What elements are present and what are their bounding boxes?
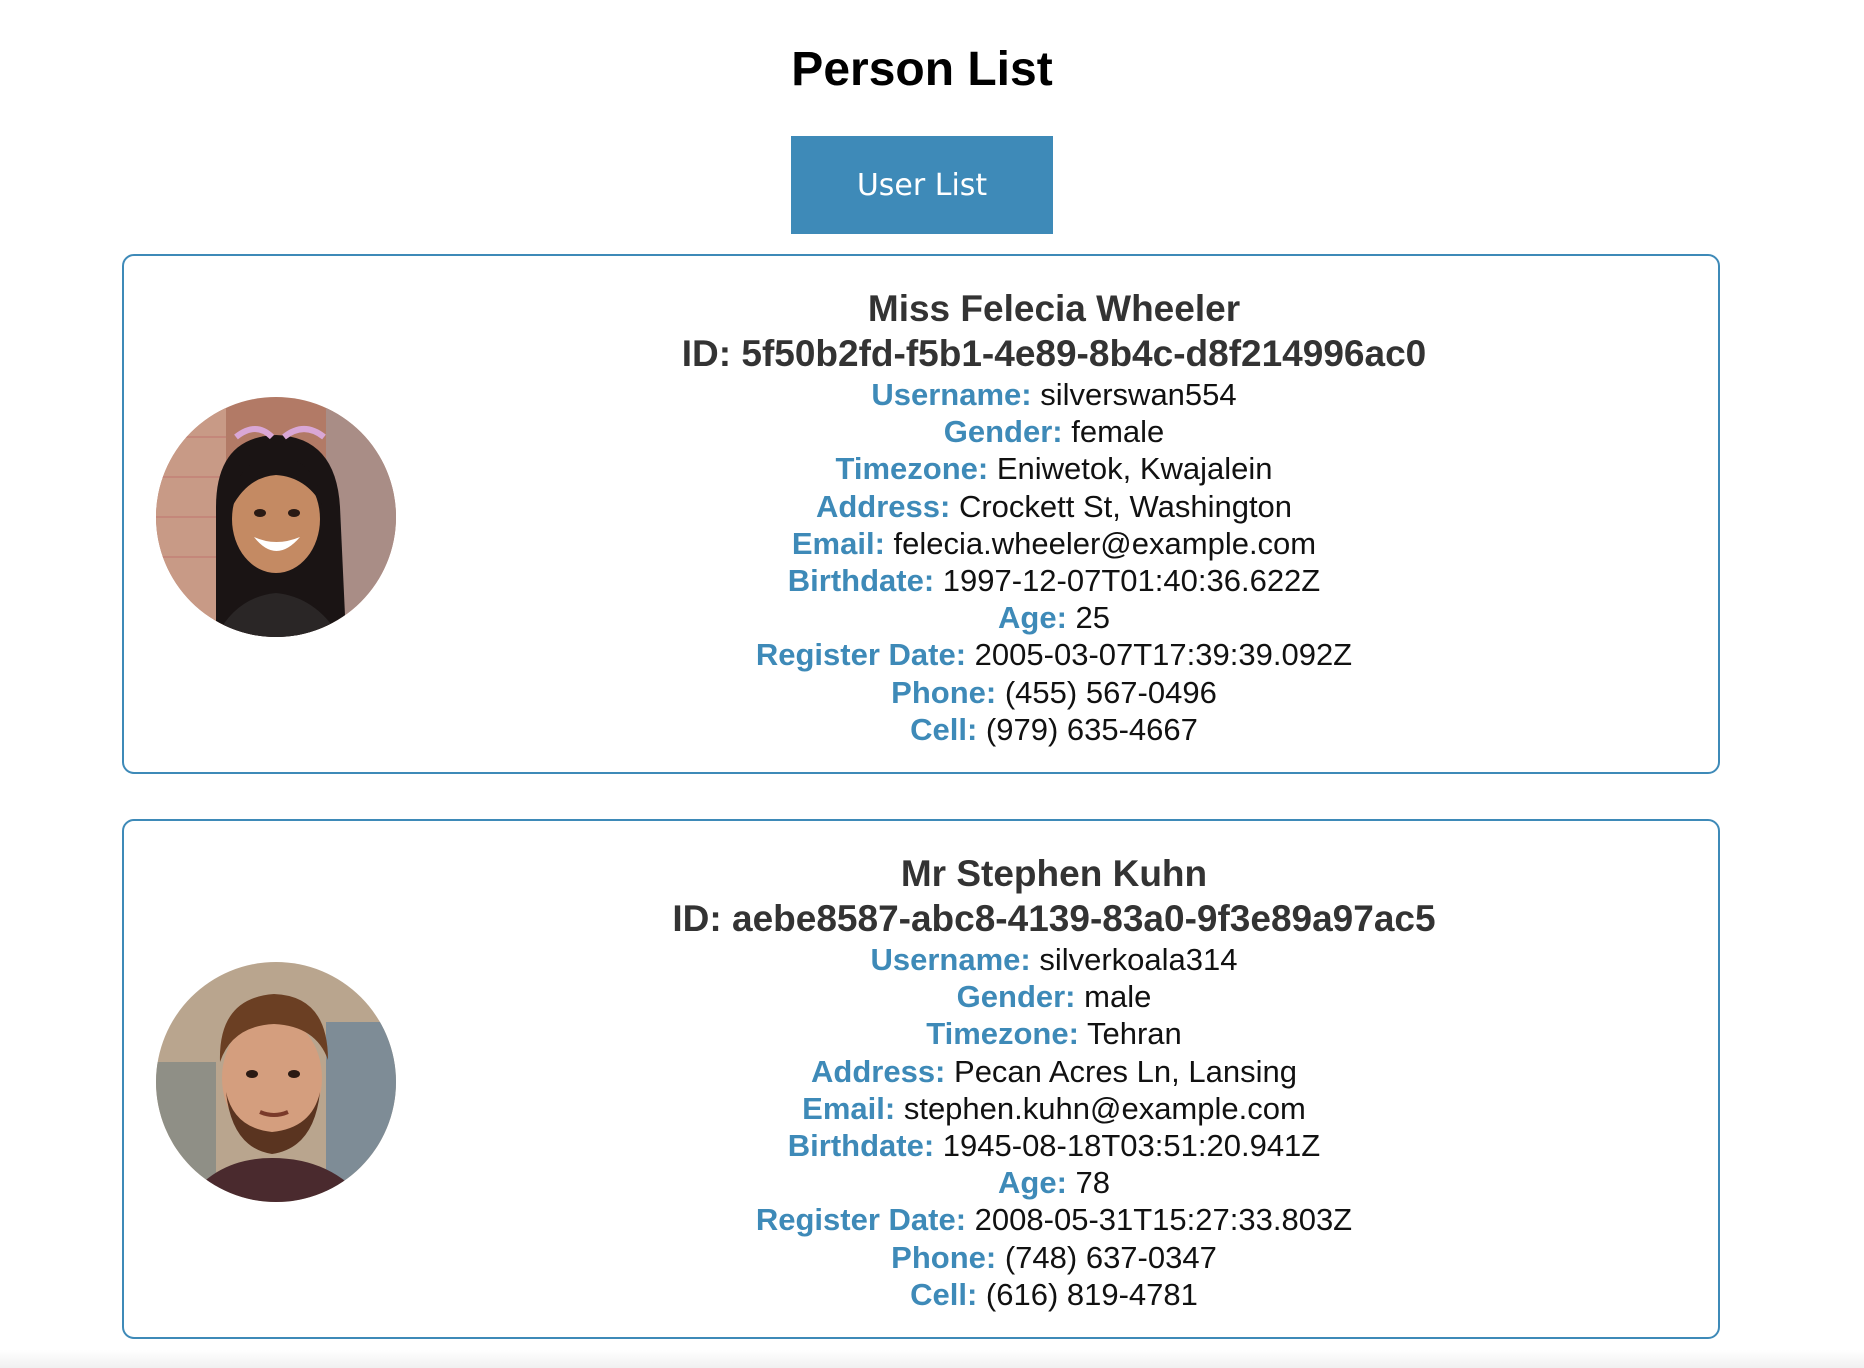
field-label: Timezone: — [926, 1016, 1079, 1052]
field-label: Phone: — [891, 674, 997, 710]
field-value: (979) 635-4667 — [985, 711, 1198, 747]
field-label: Email: — [802, 1090, 896, 1126]
field-label: Phone: — [891, 1239, 997, 1275]
field-label: Birthdate: — [787, 1128, 935, 1164]
user-list-button[interactable]: User List — [791, 136, 1053, 234]
field-value: (616) 819-4781 — [985, 1276, 1198, 1312]
field-birthdate: Birthdate: 1997-12-07T01:40:36.622Z — [524, 562, 1584, 599]
field-label: Username: — [871, 377, 1032, 412]
person-name: Miss Felecia Wheeler — [867, 288, 1241, 329]
field-value: felecia.wheeler@example.com — [893, 525, 1317, 561]
field-value: 1997-12-07T01:40:36.622Z — [942, 563, 1321, 599]
avatar-photo-woman-icon — [156, 397, 396, 637]
field-gender: Gender: male — [524, 978, 1584, 1015]
field-label: Gender: — [943, 414, 1063, 450]
field-gender: Gender: female — [524, 413, 1584, 450]
person-id: ID: 5f50b2fd-f5b1-4e89-8b4c-d8f214996ac0 — [681, 333, 1427, 374]
field-timezone: Timezone: Tehran — [524, 1015, 1584, 1052]
person-id: ID: aebe8587-abc8-4139-83a0-9f3e89a97ac5 — [672, 898, 1436, 939]
field-value: female — [1071, 414, 1165, 450]
page-title: Person List — [791, 43, 1053, 96]
field-label: Username: — [870, 942, 1031, 977]
avatar-photo-man-icon — [156, 962, 396, 1202]
person-card: Mr Stephen Kuhn ID: aebe8587-abc8-4139-8… — [122, 819, 1720, 1339]
field-label: Cell: — [910, 711, 978, 747]
field-value: 25 — [1075, 600, 1110, 636]
field-label: Gender: — [956, 979, 1076, 1015]
bottom-edge-shade — [0, 1350, 1864, 1368]
field-email: Email: felecia.wheeler@example.com — [524, 525, 1584, 562]
field-label: Register Date: — [755, 637, 967, 673]
page: Person List User List Miss Felecia Wheel… — [0, 0, 1864, 1368]
field-value: (748) 637-0347 — [1004, 1239, 1217, 1275]
person-info: Mr Stephen Kuhn ID: aebe8587-abc8-4139-8… — [524, 851, 1584, 1313]
field-value: 78 — [1075, 1165, 1110, 1201]
person-card: Miss Felecia Wheeler ID: 5f50b2fd-f5b1-4… — [122, 254, 1720, 774]
field-label: Age: — [998, 1165, 1067, 1201]
field-label: Address: — [815, 488, 951, 524]
field-phone: Phone: (748) 637-0347 — [524, 1239, 1584, 1276]
field-value: silverkoala314 — [1039, 942, 1238, 977]
field-value: Eniwetok, Kwajalein — [996, 451, 1273, 487]
field-address: Address: Pecan Acres Ln, Lansing — [524, 1053, 1584, 1090]
field-phone: Phone: (455) 567-0496 — [524, 674, 1584, 711]
field-birthdate: Birthdate: 1945-08-18T03:51:20.941Z — [524, 1127, 1584, 1164]
field-value: silverswan554 — [1040, 377, 1237, 412]
field-value: Pecan Acres Ln, Lansing — [954, 1053, 1297, 1089]
field-label: Address: — [811, 1053, 946, 1089]
field-value: (455) 567-0496 — [1004, 674, 1217, 710]
person-name: Mr Stephen Kuhn — [900, 853, 1208, 894]
field-value: 2005-03-07T17:39:39.092Z — [974, 637, 1353, 673]
avatar — [156, 397, 396, 637]
field-label: Cell: — [910, 1276, 978, 1312]
field-email: Email: stephen.kuhn@example.com — [524, 1090, 1584, 1127]
avatar — [156, 962, 396, 1202]
field-value: Tehran — [1087, 1016, 1182, 1052]
field-label: Timezone: — [835, 451, 989, 487]
field-age: Age: 78 — [524, 1164, 1584, 1201]
field-label: Register Date: — [755, 1202, 967, 1238]
field-username: Username: silverswan554 — [524, 376, 1584, 413]
field-value: Crockett St, Washington — [958, 488, 1293, 524]
field-timezone: Timezone: Eniwetok, Kwajalein — [524, 450, 1584, 487]
field-register-date: Register Date: 2008-05-31T15:27:33.803Z — [524, 1201, 1584, 1238]
field-cell: Cell: (616) 819-4781 — [524, 1276, 1584, 1313]
field-username: Username: silverkoala314 — [524, 941, 1584, 978]
field-cell: Cell: (979) 635-4667 — [524, 711, 1584, 748]
field-value: stephen.kuhn@example.com — [903, 1090, 1306, 1126]
field-label: Birthdate: — [787, 563, 935, 599]
field-register-date: Register Date: 2005-03-07T17:39:39.092Z — [524, 636, 1584, 673]
field-label: Age: — [998, 600, 1067, 636]
field-address: Address: Crockett St, Washington — [524, 488, 1584, 525]
field-value: 1945-08-18T03:51:20.941Z — [942, 1128, 1321, 1164]
field-value: male — [1084, 979, 1152, 1015]
field-label: Email: — [791, 525, 885, 561]
field-age: Age: 25 — [524, 599, 1584, 636]
field-value: 2008-05-31T15:27:33.803Z — [974, 1202, 1353, 1238]
person-info: Miss Felecia Wheeler ID: 5f50b2fd-f5b1-4… — [524, 286, 1584, 748]
